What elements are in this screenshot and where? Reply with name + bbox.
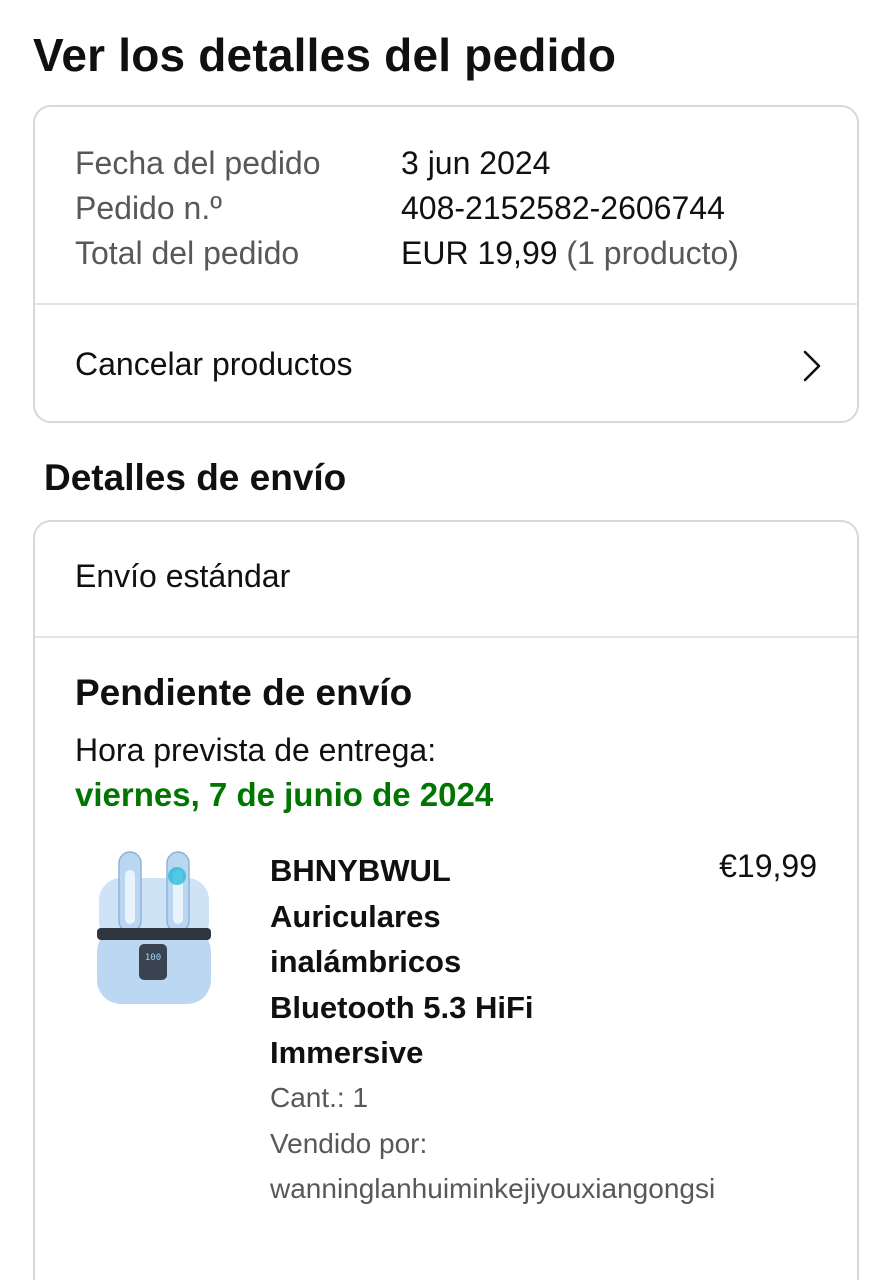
order-summary-card: Fecha del pedido 3 jun 2024 Pedido n.º 4… [33, 105, 859, 423]
product-title-line: inalámbricos [270, 944, 462, 979]
order-date-row: Fecha del pedido 3 jun 2024 [75, 141, 739, 186]
product-title-link[interactable]: BHNYBWUL Auriculares inalámbricos Blueto… [270, 848, 600, 1076]
delivery-eta-date: viernes, 7 de junio de 2024 [75, 776, 494, 813]
order-date-value: 3 jun 2024 [401, 145, 551, 181]
product-quantity: Cant.: 1 [270, 1082, 369, 1113]
sold-by-label: Vendido por: [270, 1128, 428, 1159]
shipping-method: Envío estándar [75, 558, 291, 594]
shipment-status: Pendiente de envío [75, 672, 413, 713]
product-price: €19,99 [719, 848, 817, 884]
order-date-label: Fecha del pedido [75, 145, 321, 181]
seller-link[interactable]: wanninglanhuiminkejiyouxiangongsi [270, 1173, 715, 1205]
product-title-line: Bluetooth 5.3 HiFi [270, 989, 534, 1025]
shipping-card: Envío estándar Pendiente de envío Hora p… [33, 520, 859, 1280]
product-title-line: Auriculares [270, 898, 441, 934]
product-title-line: Immersive [270, 1035, 424, 1070]
order-total-label: Total del pedido [75, 235, 300, 271]
order-total-amount: EUR 19,99 [401, 235, 558, 271]
order-number-row: Pedido n.º 408-2152582-2606744 [75, 186, 739, 231]
order-total-row: Total del pedido EUR 19,99 (1 producto) [75, 231, 739, 276]
page-title: Ver los detalles del pedido [33, 29, 617, 81]
cancel-products-label: Cancelar productos [75, 345, 353, 382]
order-number-label: Pedido n.º [75, 190, 222, 226]
case-display-text: 100 [145, 953, 161, 963]
chevron-right-icon [803, 350, 821, 382]
shipping-section-title: Detalles de envío [44, 457, 347, 498]
order-number-value: 408-2152582-2606744 [401, 190, 725, 226]
order-total-count: (1 producto) [566, 235, 739, 271]
order-total-value: EUR 19,99 (1 producto) [401, 231, 739, 276]
cancel-products-button[interactable]: Cancelar productos [35, 305, 857, 421]
product-title-line: BHNYBWUL [270, 853, 451, 888]
delivery-eta-label: Hora prevista de entrega: [75, 732, 437, 768]
order-summary: Fecha del pedido 3 jun 2024 Pedido n.º 4… [75, 141, 739, 276]
divider [35, 636, 857, 638]
earbuds-product-image[interactable]: 100 [95, 848, 213, 1008]
